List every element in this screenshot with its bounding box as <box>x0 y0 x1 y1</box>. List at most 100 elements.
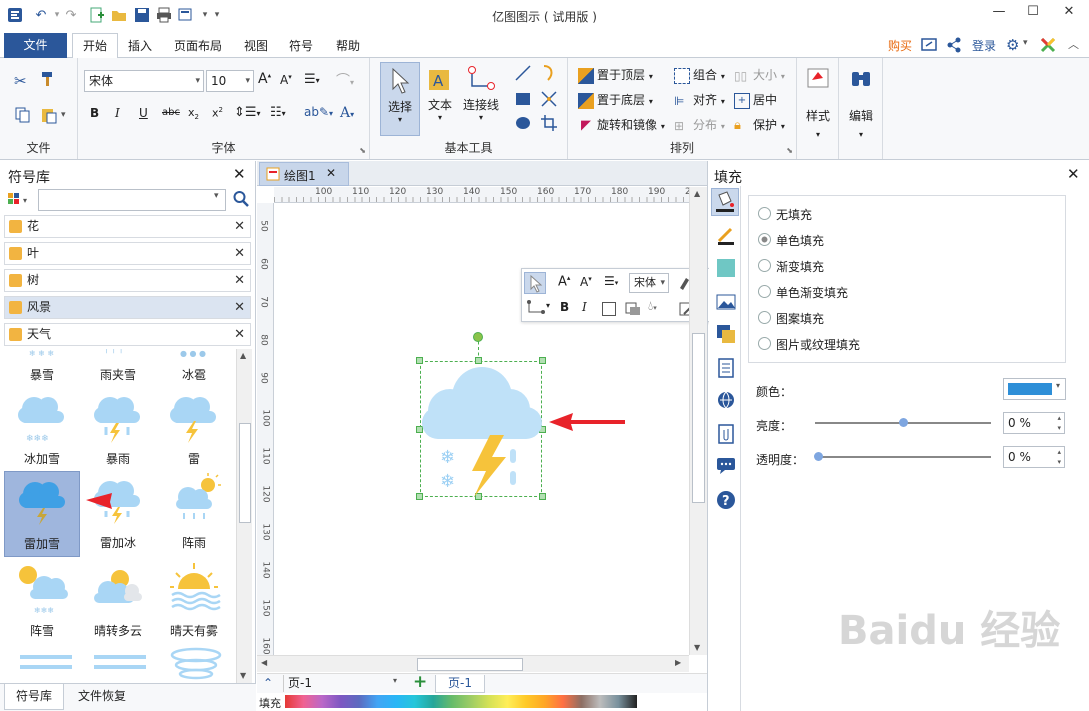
close-category-icon[interactable]: ✕ <box>234 243 245 264</box>
line-spacing-icon[interactable]: ⌒▾ <box>336 70 354 90</box>
page-properties-tab-icon[interactable] <box>716 358 736 378</box>
login-link[interactable]: 登录 <box>962 36 1006 58</box>
canvas-vertical-scrollbar[interactable]: ▲ ▼ <box>689 187 707 655</box>
close-category-icon[interactable]: ✕ <box>234 270 245 291</box>
center-button[interactable]: + 居中 <box>734 91 777 109</box>
minimize-button[interactable]: — <box>986 4 1012 24</box>
attachment-tab-icon[interactable] <box>716 424 736 444</box>
library-scroll-thumb[interactable] <box>239 423 251 523</box>
share-screen-icon[interactable] <box>921 37 937 53</box>
symbol-thunder-snow[interactable]: 雷加雪 <box>4 471 80 557</box>
symbol-sunny-to-cloudy[interactable]: 晴转多云 <box>80 559 156 643</box>
mini-grow-font-icon[interactable]: A▴ <box>558 274 570 289</box>
tab-page-layout[interactable]: 页面布局 <box>164 36 232 58</box>
tab-home[interactable]: 开始 <box>72 33 119 59</box>
canvas-scroll-up-icon[interactable]: ▲ <box>694 189 700 198</box>
symbol-ice-snow[interactable]: ❄❄❄ 冰加雪 <box>4 387 80 471</box>
bold-icon[interactable]: B <box>90 106 99 120</box>
add-page-icon[interactable]: + <box>413 672 427 692</box>
fill-option-solid[interactable]: 单色填充 <box>758 232 824 249</box>
tab-insert[interactable]: 插入 <box>118 36 162 58</box>
protect-button[interactable]: 🔒︎ 保护 ▾ <box>734 116 785 134</box>
italic-icon[interactable]: I <box>115 106 120 120</box>
format-painter-icon[interactable] <box>40 70 58 88</box>
drawing-page[interactable]: ❄ ❄ A▴ A▾ ☰▾ 宋体 ✕ ▾ B I 💧︎▾ ▾ <box>275 204 714 655</box>
symbol-fog-2[interactable] <box>92 651 148 683</box>
send-to-back-button[interactable]: 置于底层 ▾ <box>578 91 653 109</box>
library-scrollbar[interactable]: ▲ ▼ <box>236 349 252 683</box>
strikethrough-icon[interactable]: abc <box>162 107 180 118</box>
transparency-slider[interactable] <box>815 456 991 458</box>
library-category-scenery[interactable]: 风景 ✕ <box>4 296 251 319</box>
font-family-select[interactable]: 宋体 <box>84 70 204 92</box>
mini-connector-icon[interactable] <box>526 299 548 320</box>
align-button[interactable]: ⊫ 对齐 ▾ <box>674 91 725 109</box>
shadow-tab-icon[interactable] <box>716 258 736 278</box>
collapse-ribbon-icon[interactable]: ︿ <box>1068 36 1079 52</box>
transparency-input[interactable]: 0 % <box>1003 446 1065 468</box>
paste-dropdown-icon[interactable]: ▾ <box>61 110 66 120</box>
crosshair-icon[interactable] <box>540 90 558 111</box>
library-search-input[interactable] <box>38 189 226 211</box>
font-color-icon[interactable]: A▾ <box>340 105 354 121</box>
mini-shrink-font-icon[interactable]: A▾ <box>580 275 592 289</box>
close-window-button[interactable]: ✕ <box>1056 4 1082 24</box>
select-tool-button[interactable]: 选择 ▾ <box>380 62 420 136</box>
symbol-fog-1[interactable] <box>18 651 74 683</box>
symbol-thunder[interactable]: 雷 <box>156 387 232 471</box>
symbol-snow-shower[interactable]: ❄❄❄ 阵雪 <box>4 559 80 643</box>
hyperlink-tab-icon[interactable] <box>716 390 736 410</box>
mini-bold-icon[interactable]: B <box>560 300 569 314</box>
fill-option-none[interactable]: 无填充 <box>758 206 812 223</box>
close-document-icon[interactable]: ✕ <box>326 166 336 180</box>
mini-shadow-icon[interactable] <box>624 301 642 320</box>
text-tool-button[interactable]: A 文本 ▾ <box>422 62 458 136</box>
page-select-dropdown-icon[interactable]: ▾ <box>393 676 397 685</box>
brightness-slider-thumb[interactable] <box>899 418 908 427</box>
mini-connector-dropdown-icon[interactable]: ▾ <box>546 301 550 310</box>
symbol-shower[interactable]: 阵雨 <box>156 471 232 555</box>
comment-tab-icon[interactable] <box>716 456 736 476</box>
settings-gear-icon[interactable]: ⚙ <box>1006 36 1019 54</box>
close-category-icon[interactable]: ✕ <box>234 216 245 237</box>
font-size-select[interactable]: 10 <box>206 70 254 92</box>
search-icon[interactable] <box>233 190 249 211</box>
ellipse-shape-icon[interactable] <box>514 114 532 135</box>
rotate-mirror-button[interactable]: ◤ 旋转和镜像 ▾ <box>578 116 665 134</box>
tab-file-recovery[interactable]: 文件恢复 <box>70 684 134 710</box>
arrange-dialog-launcher-icon[interactable]: ⬊ <box>786 146 793 155</box>
mini-select-icon[interactable] <box>524 272 546 294</box>
canvas-horizontal-scrollbar[interactable]: ◀ ▶ <box>257 655 689 672</box>
scroll-up-icon[interactable]: ▲ <box>240 351 246 360</box>
library-category-weather[interactable]: 天气 ✕ <box>4 323 251 346</box>
close-category-icon[interactable]: ✕ <box>234 297 245 318</box>
line-shape-icon[interactable] <box>514 64 532 85</box>
mini-fill-icon[interactable]: 💧︎▾ <box>648 299 657 314</box>
copy-icon[interactable] <box>14 106 32 124</box>
cut-icon[interactable]: ✂ <box>14 72 27 90</box>
library-category-tree[interactable]: 树 ✕ <box>4 269 251 292</box>
canvas-scroll-left-icon[interactable]: ◀ <box>261 658 267 667</box>
close-category-icon[interactable]: ✕ <box>234 324 245 345</box>
rectangle-shape-icon[interactable] <box>514 90 532 111</box>
image-tab-icon[interactable] <box>716 292 736 312</box>
grow-font-icon[interactable]: A▴ <box>258 71 271 87</box>
page-select[interactable]: 页-1 <box>283 675 401 692</box>
text-align-icon[interactable]: ☰▾ <box>304 72 320 87</box>
library-menu-icon[interactable]: ▾ <box>6 190 34 210</box>
symbol-tornado[interactable] <box>168 647 224 683</box>
crop-icon[interactable] <box>540 114 558 135</box>
fill-option-picture[interactable]: 图片或纹理填充 <box>758 336 860 353</box>
font-dialog-launcher-icon[interactable]: ⬊ <box>359 146 366 155</box>
transparency-slider-thumb[interactable] <box>814 452 823 461</box>
canvas-scroll-right-icon[interactable]: ▶ <box>675 658 681 667</box>
text-highlight-icon[interactable]: ab✎▾ <box>304 105 333 119</box>
settings-dropdown-icon[interactable]: ▾ <box>1023 38 1028 48</box>
underline-icon[interactable]: U <box>139 106 148 120</box>
color-swatches[interactable] <box>285 695 637 708</box>
scroll-down-icon[interactable]: ▼ <box>240 671 246 680</box>
fill-option-single-gradient[interactable]: 单色渐变填充 <box>758 284 848 301</box>
superscript-icon[interactable]: x2 <box>212 106 223 120</box>
arc-shape-icon[interactable] <box>540 64 558 85</box>
mini-font-select[interactable]: 宋体 <box>629 273 669 293</box>
